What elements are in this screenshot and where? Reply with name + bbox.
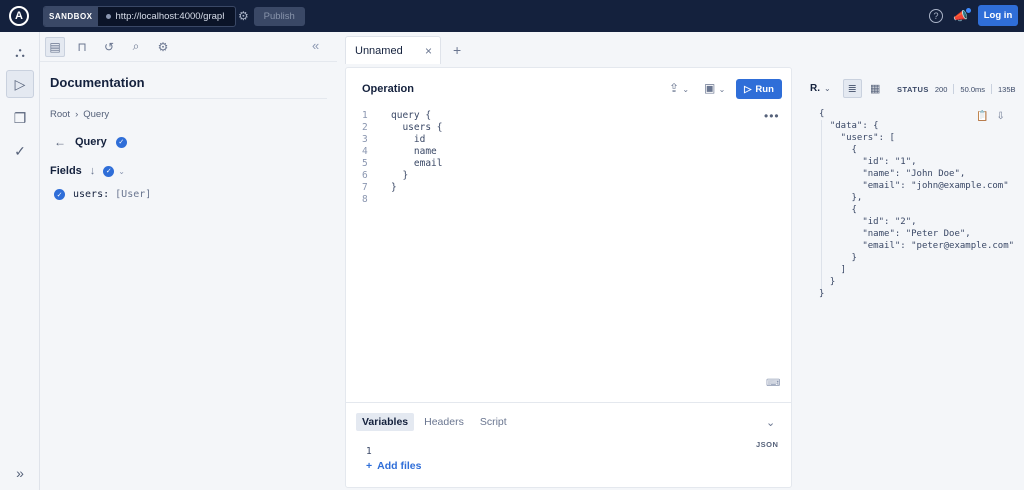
fields-header: Fields ↓ ✓ ⌄ — [50, 165, 125, 177]
checks-icon[interactable]: ✓ — [6, 137, 34, 165]
bottom-tabs: Variables Headers Script — [356, 413, 513, 431]
field-type[interactable]: [User] — [115, 189, 151, 200]
left-nav-rail: ⛬ ▷ ❐ ✓ » — [0, 32, 40, 490]
save-icon[interactable]: ▣ ⌄ — [704, 81, 725, 95]
add-tab-icon[interactable]: + — [453, 42, 461, 58]
response-json: { "data": { "users": [ { "id": "1", "nam… — [819, 109, 1015, 299]
response-selector[interactable]: R. — [810, 83, 820, 94]
documentation-panel: ▤ ⊓ ↺ ⌕ ⚙ « Documentation Root › Query ←… — [40, 32, 337, 490]
tab-unnamed[interactable]: Unnamed × — [345, 36, 441, 64]
tab-script[interactable]: Script — [474, 413, 513, 431]
plus-icon: + — [366, 460, 373, 472]
help-icon[interactable]: ? — [929, 8, 944, 23]
back-arrow-icon[interactable]: ← — [54, 135, 66, 149]
field-checkbox-icon[interactable]: ✓ — [54, 189, 65, 200]
json-mode-label[interactable]: JSON — [756, 440, 778, 449]
breadcrumb: Root › Query — [50, 109, 109, 120]
announcement-icon[interactable]: 📣 — [953, 7, 971, 23]
table-view-icon[interactable]: ▦ — [866, 79, 885, 98]
breadcrumb-separator: › — [75, 109, 79, 120]
divider — [346, 402, 791, 403]
saved-operations-icon[interactable]: ❐ — [6, 104, 34, 132]
keyboard-icon[interactable]: ⌨ — [766, 378, 780, 389]
expand-nav-icon[interactable]: » — [6, 459, 34, 487]
select-all-checkbox-icon[interactable]: ✓ — [115, 136, 127, 148]
docs-toolbar: ▤ ⊓ ↺ ⌕ ⚙ — [40, 32, 337, 62]
sort-arrow-icon[interactable]: ↓ — [90, 165, 96, 177]
endpoint-selector[interactable]: SANDBOX http://localhost:4000/graphql — [43, 5, 236, 27]
status-code: 200 — [934, 84, 948, 94]
response-status: STATUS 200 50.0ms 135B — [897, 84, 1016, 94]
code-line: 5 email — [362, 158, 443, 169]
breadcrumb-query: Query — [83, 109, 110, 120]
explorer-icon[interactable]: ▷ — [6, 70, 34, 98]
endpoint-url[interactable]: http://localhost:4000/graphql — [116, 11, 224, 22]
fields-checkbox-icon[interactable]: ✓ — [103, 165, 115, 177]
divider — [50, 98, 327, 99]
play-icon: ▷ — [744, 83, 752, 95]
schema-icon[interactable]: ⛬ — [6, 38, 34, 66]
breadcrumb-root[interactable]: Root — [50, 109, 70, 120]
close-icon[interactable]: × — [425, 44, 432, 58]
variables-line-number: 1 — [366, 446, 372, 457]
fields-label: Fields — [50, 165, 82, 177]
response-toolbar: R. ⌄ ≣ ▦ — [810, 79, 885, 98]
search-icon[interactable]: ⌕ — [126, 37, 146, 57]
code-line: 6 } — [362, 170, 409, 181]
type-name: Query — [75, 136, 107, 148]
tab-label: Unnamed — [355, 44, 403, 57]
chevron-down-icon[interactable]: ⌄ — [824, 84, 831, 93]
settings-icon[interactable]: ⚙ — [153, 37, 173, 57]
add-files-button[interactable]: + Add files — [366, 460, 421, 472]
login-button[interactable]: Log in — [978, 5, 1018, 26]
history-icon[interactable]: ↺ — [99, 37, 119, 57]
response-size: 135B — [998, 84, 1016, 94]
bookmark-icon[interactable]: ⊓ — [72, 37, 92, 57]
chevron-down-icon[interactable]: ⌄ — [118, 167, 125, 176]
response-time: 50.0ms — [960, 84, 986, 94]
operation-panel: Operation ⇪ ⌄ ▣ ⌄ ▷ Run ••• 1 query { 2 u… — [345, 67, 792, 488]
type-header: ← Query ✓ — [54, 135, 127, 149]
sandbox-tag: SANDBOX — [44, 6, 98, 26]
collapse-chevron-icon[interactable]: ⌄ — [766, 416, 775, 429]
more-options-icon[interactable]: ••• — [764, 109, 780, 123]
collapse-panel-icon[interactable]: « — [312, 38, 319, 53]
code-line: 3 id — [362, 134, 426, 145]
docs-title: Documentation — [50, 75, 145, 90]
tab-variables[interactable]: Variables — [356, 413, 415, 431]
share-icon[interactable]: ⇪ ⌄ — [669, 81, 689, 95]
code-line: 2 users { — [362, 122, 443, 133]
operation-tabs: Unnamed × + — [345, 36, 461, 64]
add-files-label: Add files — [377, 460, 422, 472]
tab-headers[interactable]: Headers — [418, 413, 470, 431]
response-panel: R. ⌄ ≣ ▦ STATUS 200 50.0ms 135B 📋 ⇩ { "d… — [800, 67, 1024, 490]
connection-status-icon — [105, 13, 111, 19]
code-line: 1 query { — [362, 110, 432, 121]
run-label: Run — [755, 83, 774, 95]
status-label: STATUS — [897, 84, 929, 94]
code-line: 7} — [362, 182, 397, 193]
field-name: users: — [73, 189, 110, 200]
json-view-icon[interactable]: ≣ — [842, 79, 862, 98]
run-button[interactable]: ▷ Run — [736, 79, 782, 99]
operation-editor[interactable]: 1 query { 2 users { 3 id 4 name 5 email 6… — [362, 110, 442, 206]
documentation-icon[interactable]: ▤ — [45, 36, 65, 57]
field-item[interactable]: ✓ users: [User] — [54, 189, 151, 200]
publish-button[interactable]: Publish — [253, 6, 305, 26]
settings-icon[interactable]: ⚙ — [238, 9, 249, 23]
code-line: 8 — [362, 194, 368, 205]
code-line: 4 name — [362, 146, 437, 157]
apollo-logo-icon[interactable]: A — [9, 6, 29, 26]
operation-title: Operation — [362, 83, 414, 95]
top-bar: A SANDBOX http://localhost:4000/graphql … — [0, 0, 1024, 32]
